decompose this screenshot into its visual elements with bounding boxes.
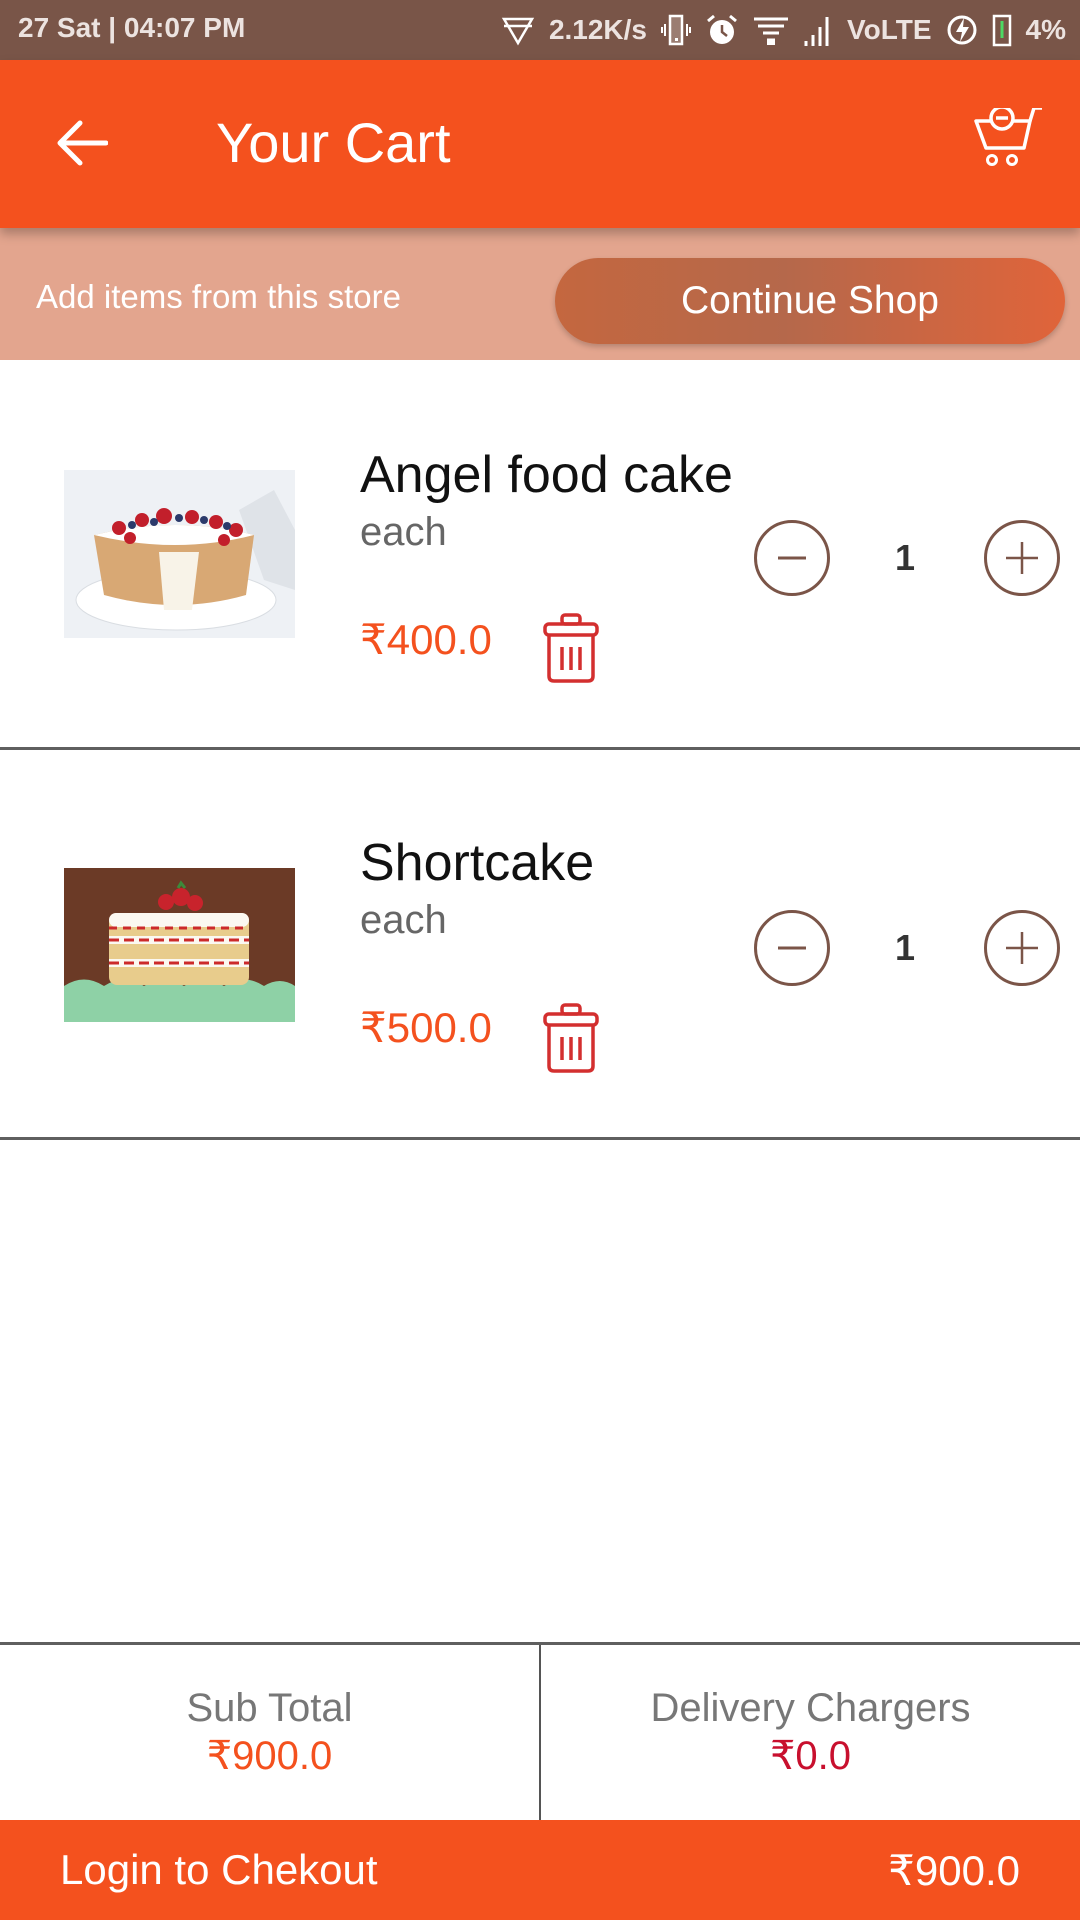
subtotal-cell: Sub Total ₹900.0 — [0, 1645, 541, 1820]
checkout-button[interactable]: Login to Chekout ₹900.0 — [0, 1820, 1080, 1920]
status-bar: 27 Sat | 04:07 PM 2.12K/s VoLTE 4% — [0, 0, 1080, 60]
item-price: ₹400.0 — [360, 616, 492, 663]
wifi-icon — [753, 13, 789, 47]
checkout-label: Login to Chekout — [60, 1846, 378, 1893]
charging-icon — [946, 13, 978, 47]
increase-quantity-button[interactable] — [984, 910, 1060, 986]
plus-icon — [1006, 932, 1038, 964]
store-strip: Add items from this store Continue Shop — [0, 228, 1080, 360]
trash-icon — [543, 1003, 599, 1073]
delivery-value: ₹0.0 — [769, 1734, 852, 1778]
increase-quantity-button[interactable] — [984, 520, 1060, 596]
cart-remove-icon — [974, 105, 1042, 166]
status-time: 27 Sat | 04:07 PM — [18, 12, 246, 43]
page-title: Your Cart — [216, 111, 451, 174]
angel-food-cake-image — [64, 470, 295, 638]
checkout-amount: ₹900.0 — [888, 1846, 1020, 1894]
decrease-quantity-button[interactable] — [754, 910, 830, 986]
delivery-cell: Delivery Chargers ₹0.0 — [541, 1645, 1080, 1820]
plus-icon — [1006, 542, 1038, 574]
cart-item: Shortcake each ₹500.0 1 — [0, 750, 1080, 1140]
status-icons: 2.12K/s VoLTE 4% — [501, 10, 1066, 50]
item-price: ₹500.0 — [360, 1004, 492, 1051]
delete-item-button[interactable] — [540, 1002, 602, 1074]
vibrate-icon — [661, 13, 692, 47]
item-name: Angel food cake — [360, 446, 733, 504]
signal-icon — [803, 13, 833, 47]
minus-icon — [778, 946, 806, 950]
back-button[interactable] — [52, 118, 112, 168]
alarm-icon — [705, 13, 739, 47]
delivery-label: Delivery Chargers — [650, 1686, 971, 1730]
item-name: Shortcake — [360, 834, 595, 892]
network-speed: 2.12K/s — [548, 14, 648, 45]
delete-item-button[interactable] — [540, 612, 602, 684]
app-bar: Your Cart — [0, 60, 1080, 228]
quantity-value: 1 — [894, 927, 916, 968]
totals-panel: Sub Total ₹900.0 Delivery Chargers ₹0.0 — [0, 1642, 1080, 1820]
cart-item: Angel food cake each ₹400.0 1 — [0, 360, 1080, 750]
arrow-left-icon — [57, 120, 108, 166]
item-unit: each — [360, 510, 447, 554]
subtotal-value: ₹900.0 — [206, 1734, 333, 1778]
continue-shop-button[interactable]: Continue Shop — [555, 258, 1065, 344]
decrease-quantity-button[interactable] — [754, 520, 830, 596]
add-items-text: Add items from this store — [36, 278, 401, 315]
quantity-value: 1 — [894, 537, 916, 578]
battery-icon — [992, 13, 1012, 47]
minus-icon — [778, 556, 806, 560]
shortcake-image — [64, 868, 295, 1022]
item-unit: each — [360, 898, 447, 942]
cart-button[interactable] — [972, 105, 1044, 180]
network-type: VoLTE — [847, 14, 932, 45]
subtotal-label: Sub Total — [186, 1686, 353, 1730]
data-saver-icon — [501, 13, 535, 47]
trash-icon — [543, 613, 599, 683]
battery-percent: 4% — [1025, 14, 1066, 45]
